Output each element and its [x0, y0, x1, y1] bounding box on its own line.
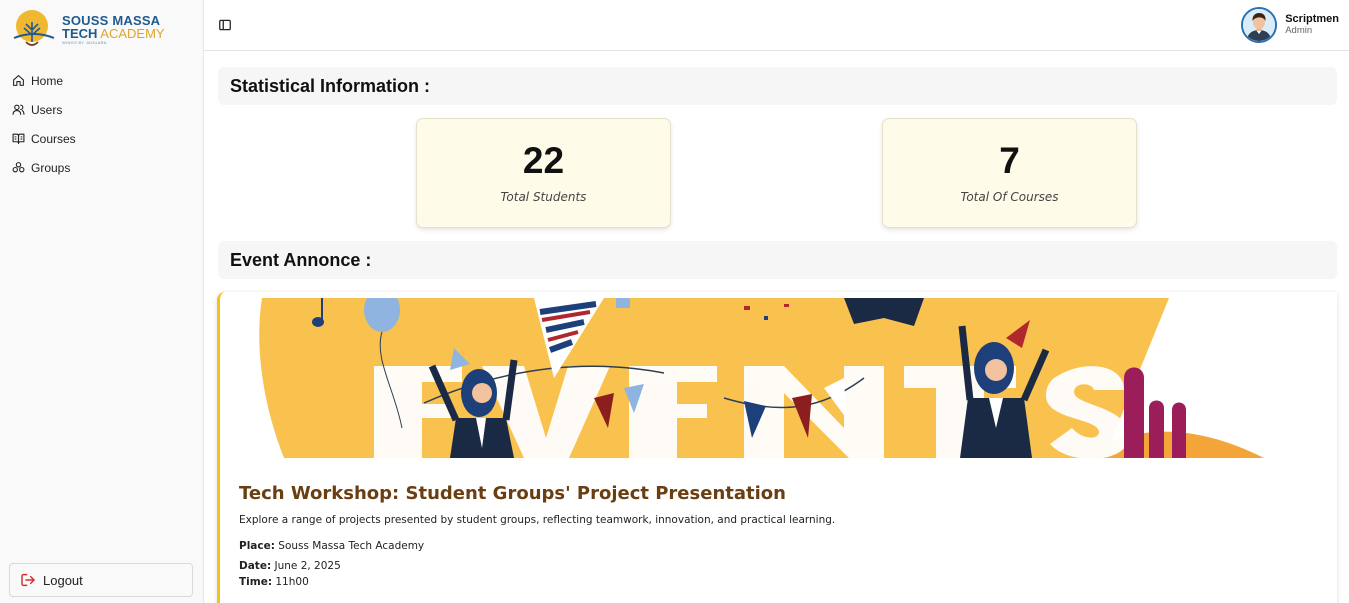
event-title: Tech Workshop: Student Groups' Project P…	[239, 483, 786, 504]
event-place-value: Souss Massa Tech Academy	[278, 540, 425, 552]
avatar	[1241, 7, 1278, 43]
stat-value: 22	[522, 140, 565, 181]
stat-card-students: 22 Total Students	[416, 118, 671, 228]
logo-subtitle: TECH ACADEMY	[62, 27, 165, 40]
events-section-title: Event Annonce :	[230, 250, 372, 270]
stat-label: Total Of Courses	[960, 190, 1059, 204]
sidebar-item-label: Groups	[31, 160, 71, 175]
event-description: Explore a range of projects presented by…	[239, 514, 836, 526]
user-name: Scriptmen	[1285, 13, 1339, 26]
stat-card-courses: 7 Total Of Courses	[882, 118, 1137, 228]
stat-value: 7	[999, 140, 1020, 181]
sidebar: SOUSS MASSA TECH ACADEMY WINGS BY JAOUAR…	[0, 0, 204, 603]
event-date: Date: June 2, 2025	[239, 560, 341, 572]
event-time-value: 11h00	[275, 576, 309, 588]
logo-mark-icon	[12, 8, 56, 50]
stats-section-header: Statistical Information :	[218, 67, 1337, 105]
events-section-header: Event Annonce :	[218, 241, 1337, 279]
topbar: Scriptmen Admin	[204, 0, 1349, 51]
sidebar-item-label: Users	[31, 102, 63, 117]
book-icon	[12, 133, 25, 144]
sidebar-item-home[interactable]: Home	[0, 66, 203, 95]
logo[interactable]: SOUSS MASSA TECH ACADEMY WINGS BY JAOUAR…	[12, 8, 182, 50]
event-card[interactable]: Tech Workshop: Student Groups' Project P…	[217, 292, 1337, 603]
user-menu[interactable]: Scriptmen Admin	[1241, 7, 1339, 43]
logout-button[interactable]: Logout	[9, 563, 193, 597]
event-place-label: Place:	[239, 540, 275, 552]
sidebar-item-users[interactable]: Users	[0, 95, 203, 124]
sidebar-item-label: Home	[31, 73, 64, 88]
app-root: SOUSS MASSA TECH ACADEMY WINGS BY JAOUAR…	[0, 0, 1349, 603]
user-avatar-icon	[1243, 9, 1276, 41]
home-icon	[13, 75, 24, 86]
sidebar-item-courses[interactable]: Courses	[0, 124, 203, 153]
logo-tagline: WINGS BY JAOUARA	[62, 39, 107, 45]
event-banner-image	[224, 298, 1334, 458]
sidebar-nav: Home Users Courses Groups	[0, 66, 203, 182]
event-time-label: Time:	[239, 576, 273, 588]
groups-icon	[12, 162, 25, 173]
sidebar-item-groups[interactable]: Groups	[0, 153, 203, 182]
event-date-value: June 2, 2025	[274, 560, 341, 572]
event-date-label: Date:	[239, 560, 272, 572]
logo-subtitle-academy: ACADEMY	[100, 25, 165, 41]
stat-label: Total Students	[500, 190, 587, 204]
users-icon	[12, 104, 25, 115]
logout-icon	[21, 573, 35, 587]
logo-subtitle-tech: TECH	[62, 25, 98, 41]
sidebar-toggle-button[interactable]	[218, 17, 232, 31]
stats-section-title: Statistical Information :	[230, 76, 431, 96]
sidebar-toggle-icon	[219, 19, 231, 31]
user-role: Admin	[1285, 24, 1313, 36]
sidebar-item-label: Courses	[31, 131, 76, 146]
event-place: Place: Souss Massa Tech Academy	[239, 540, 424, 552]
event-time: Time: 11h00	[239, 576, 309, 588]
logout-label: Logout	[43, 572, 83, 588]
